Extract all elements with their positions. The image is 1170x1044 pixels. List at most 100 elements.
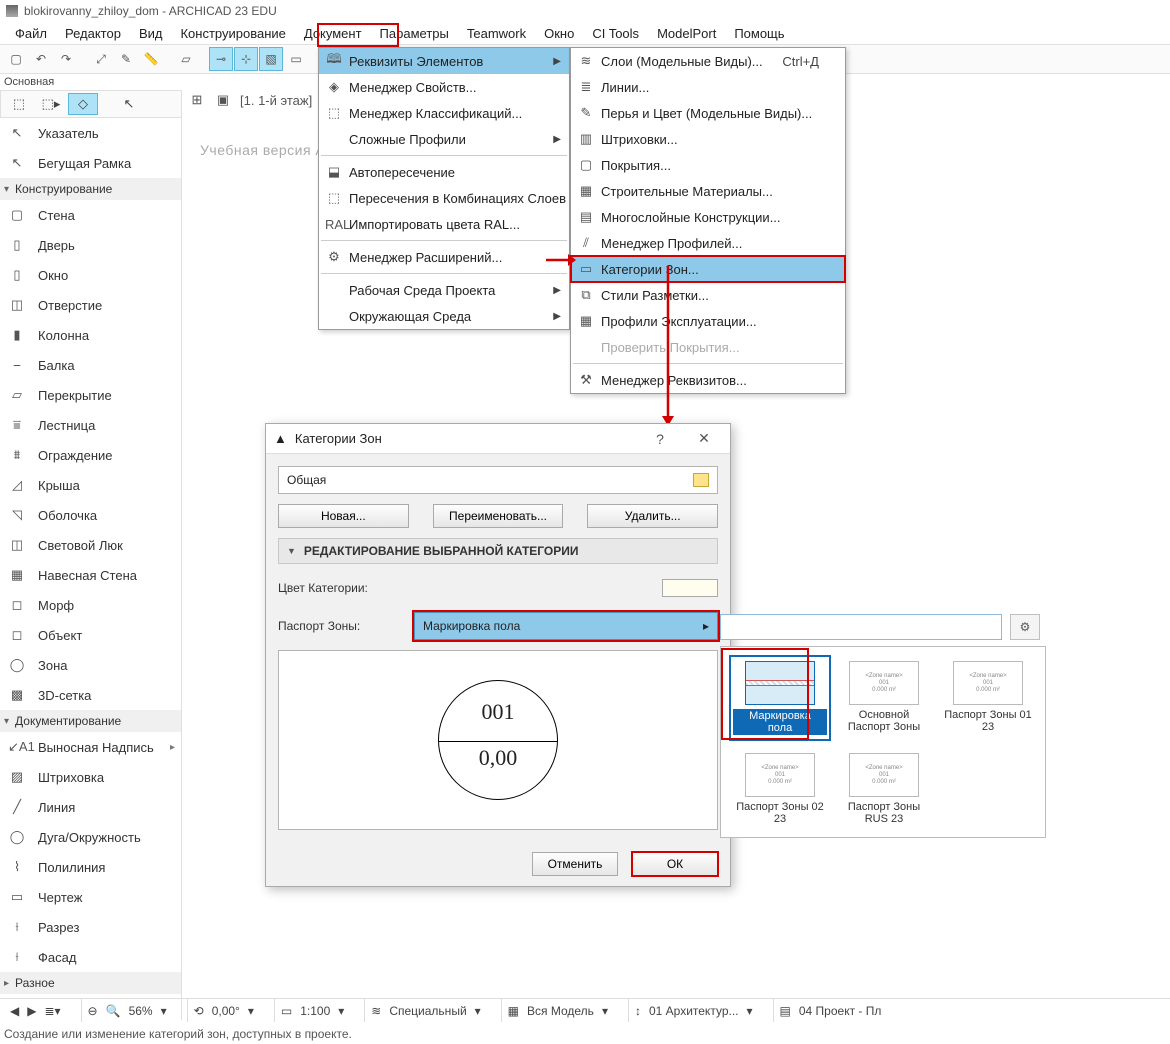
- zoom-fit-icon[interactable]: 🔍: [106, 1004, 121, 1018]
- nav-fwd-icon[interactable]: ▶: [27, 1004, 36, 1018]
- menuitem-Реквизиты Элементов[interactable]: 🕮Реквизиты Элементов▶: [319, 48, 569, 74]
- menu-окно[interactable]: Окно: [535, 24, 583, 43]
- edit-category-section[interactable]: ▼ РЕДАКТИРОВАНИЕ ВЫБРАННОЙ КАТЕГОРИИ: [278, 538, 718, 564]
- open-icon[interactable]: ↶: [29, 47, 53, 71]
- help-button[interactable]: ?: [642, 431, 678, 447]
- tool-Чертеж[interactable]: ▭Чертеж: [0, 882, 181, 912]
- menuitem-Рабочая Среда Проекта[interactable]: Рабочая Среда Проекта▶: [319, 277, 569, 303]
- zoom-out-icon[interactable]: ⊖: [88, 1004, 98, 1018]
- tool-Объект[interactable]: ◻Объект: [0, 620, 181, 650]
- menuitem-Многослойные Конструкции...[interactable]: ▤Многослойные Конструкции...: [571, 204, 845, 230]
- menu-вид[interactable]: Вид: [130, 24, 172, 43]
- menuitem-Профили Эксплуатации...[interactable]: ▦Профили Эксплуатации...: [571, 308, 845, 334]
- gm-cursor[interactable]: ↖: [114, 93, 144, 115]
- menu-ci tools[interactable]: CI Tools: [583, 24, 648, 43]
- menuitem-Менеджер Свойств...[interactable]: ◈Менеджер Свойств...: [319, 74, 569, 100]
- stamp-2[interactable]: <Zone name>0010.000 m²Паспорт Зоны 01 23: [939, 657, 1037, 739]
- tool-3D-сетка[interactable]: ▩3D-сетка: [0, 680, 181, 710]
- menuitem-Окружающая Среда[interactable]: Окружающая Среда▶: [319, 303, 569, 329]
- menu-конструирование[interactable]: Конструирование: [171, 24, 294, 43]
- menuitem-Штриховки...[interactable]: ▥Штриховки...: [571, 126, 845, 152]
- tool-Морф[interactable]: ◻Морф: [0, 590, 181, 620]
- gm-3[interactable]: ◇: [68, 93, 98, 115]
- tool-Зона[interactable]: ◯Зона: [0, 650, 181, 680]
- zoom-value[interactable]: 56%: [129, 1004, 153, 1018]
- tool-Балка[interactable]: ⎯Балка: [0, 350, 181, 380]
- redo-icon[interactable]: ↷: [54, 47, 78, 71]
- tool-Крыша[interactable]: ◿Крыша: [0, 470, 181, 500]
- menuitem-Менеджер Классификаций...[interactable]: ⬚Менеджер Классификаций...: [319, 100, 569, 126]
- color-swatch[interactable]: [662, 579, 718, 597]
- nav-list-icon[interactable]: ≣▾: [44, 1004, 60, 1018]
- tool-Перекрытие[interactable]: ▱Перекрытие: [0, 380, 181, 410]
- menu-параметры[interactable]: Параметры: [371, 24, 458, 43]
- grid-view-icon[interactable]: ⊞: [188, 92, 206, 108]
- tool-Фасад[interactable]: ⟊Фасад: [0, 942, 181, 972]
- menu-помощь[interactable]: Помощь: [725, 24, 793, 43]
- stamp-1[interactable]: <Zone name>0010.000 m²Основной Паспорт З…: [835, 657, 933, 739]
- ruler-icon[interactable]: 📏: [139, 47, 163, 71]
- menuitem-Слои (Модельные Виды)...[interactable]: ≋Слои (Модельные Виды)...Ctrl+Д: [571, 48, 845, 74]
- tool-Дверь[interactable]: ▯Дверь: [0, 230, 181, 260]
- rename-category-button[interactable]: Переименовать...: [433, 504, 564, 528]
- menu-файл[interactable]: Файл: [6, 24, 56, 43]
- tool-Навесная Стена[interactable]: ▦Навесная Стена: [0, 560, 181, 590]
- category-select[interactable]: Общая: [278, 466, 718, 494]
- new-icon[interactable]: ▢: [4, 47, 28, 71]
- close-button[interactable]: ✕: [686, 430, 722, 447]
- proj-value[interactable]: 04 Проект - Пл: [799, 1004, 882, 1018]
- menu-teamwork[interactable]: Teamwork: [458, 24, 535, 43]
- cursor-icon[interactable]: ⤢: [89, 47, 113, 71]
- menuitem-Менеджер Расширений...[interactable]: ⚙Менеджер Расширений...: [319, 244, 569, 270]
- tool-Линия[interactable]: ╱Линия: [0, 792, 181, 822]
- tool-Ограждение[interactable]: ⩩Ограждение: [0, 440, 181, 470]
- menuitem-Менеджер Реквизитов...[interactable]: ⚒Менеджер Реквизитов...: [571, 367, 845, 393]
- rotate-icon[interactable]: ⟲: [194, 1004, 204, 1018]
- tree-view-icon[interactable]: ▣: [214, 92, 232, 108]
- parameters-menu[interactable]: 🕮Реквизиты Элементов▶◈Менеджер Свойств..…: [318, 47, 570, 330]
- menu-modelport[interactable]: ModelPort: [648, 24, 725, 43]
- tool-Полилиния[interactable]: ⌇Полилиния: [0, 852, 181, 882]
- menuitem-Стили Разметки...[interactable]: ⧉Стили Разметки...: [571, 282, 845, 308]
- menuitem-Импортировать цвета RAL...[interactable]: RALИмпортировать цвета RAL...: [319, 211, 569, 237]
- tool-Дуга/Окружность[interactable]: ◯Дуга/Окружность: [0, 822, 181, 852]
- model-value[interactable]: Вся Модель: [527, 1004, 594, 1018]
- zone-passport-select[interactable]: Маркировка пола▸: [414, 612, 718, 640]
- cancel-button[interactable]: Отменить: [532, 852, 618, 876]
- tool-Выносная Надпись[interactable]: ↙A1Выносная Надпись▸: [0, 732, 181, 762]
- menuitem-Строительные Материалы...[interactable]: ▦Строительные Материалы...: [571, 178, 845, 204]
- group-document[interactable]: ▾Документирование: [0, 710, 181, 732]
- stamp-search-input[interactable]: [720, 614, 1002, 640]
- gm-1[interactable]: ⬚: [4, 93, 34, 115]
- tool-Световой Люк[interactable]: ◫Световой Люк: [0, 530, 181, 560]
- stamp-3[interactable]: <Zone name>0010.000 m²Паспорт Зоны 02 23: [731, 749, 829, 829]
- angle-value[interactable]: 0,00°: [212, 1004, 240, 1018]
- tool-Разрез[interactable]: ⟊Разрез: [0, 912, 181, 942]
- snap4-icon[interactable]: ▭: [284, 47, 308, 71]
- plane-icon[interactable]: ▱: [174, 47, 198, 71]
- menuitem-Перья и Цвет (Модельные Виды)...[interactable]: ✎Перья и Цвет (Модельные Виды)...: [571, 100, 845, 126]
- tool-Стена[interactable]: ▢Стена: [0, 200, 181, 230]
- tool-Колонна[interactable]: ▮Колонна: [0, 320, 181, 350]
- tool-Отверстие[interactable]: ◫Отверстие: [0, 290, 181, 320]
- snap1-icon[interactable]: ⊸: [209, 47, 233, 71]
- snap2-icon[interactable]: ⊹: [234, 47, 258, 71]
- scale-value[interactable]: 1:100: [300, 1004, 330, 1018]
- stamp-settings-button[interactable]: ⚙: [1010, 614, 1040, 640]
- tool-Бегущая Рамка[interactable]: ↖Бегущая Рамка: [0, 148, 181, 178]
- menuitem-Автопересечение[interactable]: ⬓Автопересечение: [319, 159, 569, 185]
- group-misc[interactable]: ▸Разное: [0, 972, 181, 994]
- gm-2[interactable]: ⬚▸: [36, 93, 66, 115]
- tool-Оболочка[interactable]: ◹Оболочка: [0, 500, 181, 530]
- tool-Указатель[interactable]: ↖Указатель: [0, 118, 181, 148]
- stamp-4[interactable]: <Zone name>0010.000 m²Паспорт Зоны RUS 2…: [835, 749, 933, 829]
- snap3-icon[interactable]: ▧: [259, 47, 283, 71]
- menuitem-Категории Зон...[interactable]: ▭Категории Зон...: [571, 256, 845, 282]
- marquee-icon[interactable]: ✎: [114, 47, 138, 71]
- menuitem-Менеджер Профилей...[interactable]: ⫽Менеджер Профилей...: [571, 230, 845, 256]
- menuitem-Сложные Профили[interactable]: Сложные Профили▶: [319, 126, 569, 152]
- menuitem-Покрытия...[interactable]: ▢Покрытия...: [571, 152, 845, 178]
- ok-button[interactable]: ОК: [632, 852, 718, 876]
- nav-back-icon[interactable]: ◀: [10, 1004, 19, 1018]
- menuitem-Пересечения в Комбинациях Слоев[interactable]: ⬚Пересечения в Комбинациях Слоев: [319, 185, 569, 211]
